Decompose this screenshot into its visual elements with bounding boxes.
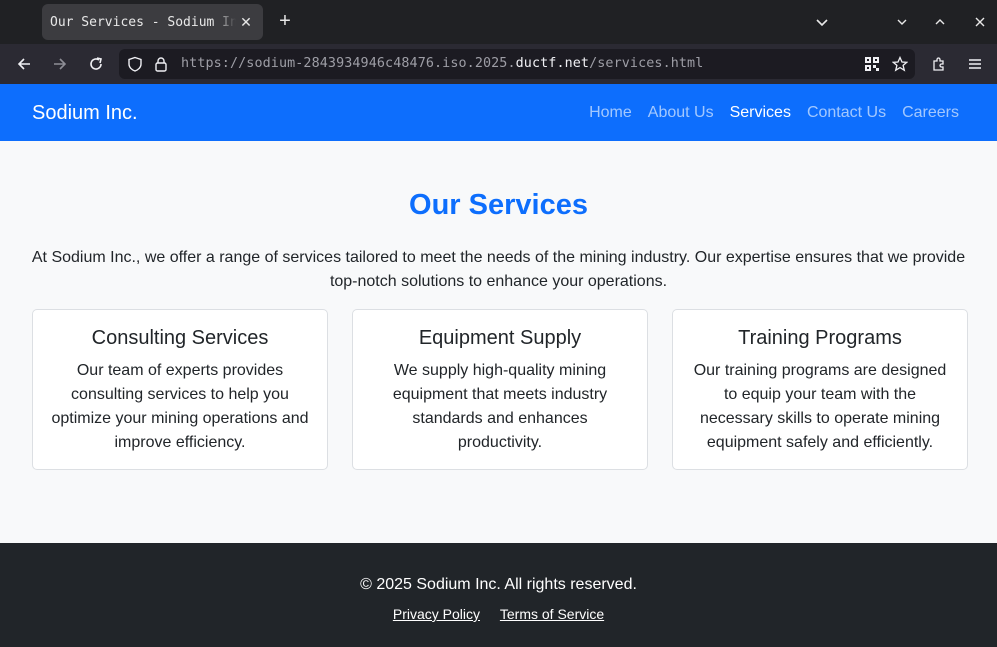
tab-title: Our Services - Sodium Inc. — [50, 14, 236, 30]
menu-hamburger-icon[interactable] — [963, 52, 987, 76]
minimize-window-icon[interactable] — [890, 10, 914, 34]
list-all-tabs-icon[interactable] — [810, 10, 834, 34]
card-text: Our team of experts provides consulting … — [51, 362, 309, 451]
card-title: Equipment Supply — [418, 327, 582, 349]
nav-link-careers[interactable]: Careers — [902, 104, 959, 122]
footer-links: Privacy Policy Terms of Service — [0, 606, 997, 622]
browser-nav-bar: https://sodium-2843934946c48476.iso.2025… — [0, 44, 997, 84]
browser-tab[interactable]: Our Services - Sodium Inc. ✕ — [42, 4, 263, 40]
site-header: Sodium Inc. Home About Us Services Conta… — [0, 84, 997, 141]
url-path: /services.html — [589, 56, 704, 71]
url-text[interactable]: https://sodium-2843934946c48476.iso.2025… — [181, 56, 703, 71]
lock-icon[interactable] — [149, 52, 173, 76]
card-text: We supply high-quality mining equipment … — [392, 362, 608, 451]
nav-link-contact-us[interactable]: Contact Us — [807, 104, 886, 122]
brand-logo-text[interactable]: Sodium Inc. — [32, 102, 138, 125]
terms-of-service-link[interactable]: Terms of Service — [500, 606, 604, 622]
shield-icon[interactable] — [123, 52, 147, 76]
forward-arrow-icon[interactable] — [48, 52, 72, 76]
nav-link-home[interactable]: Home — [589, 104, 632, 122]
new-tab-icon[interactable]: + — [274, 10, 296, 32]
maximize-window-icon[interactable] — [928, 10, 952, 34]
card-text: Our training programs are designed to eq… — [693, 362, 947, 451]
nav-link-services[interactable]: Services — [730, 104, 791, 122]
card-title: Consulting Services — [91, 327, 269, 349]
service-card-training: Training Programs Our training programs … — [672, 309, 968, 470]
close-window-icon[interactable] — [968, 10, 992, 34]
url-domain: ductf.net — [515, 56, 590, 71]
close-tab-icon[interactable]: ✕ — [237, 13, 255, 31]
bookmark-star-icon[interactable] — [888, 52, 912, 76]
service-card-equipment: Equipment Supply We supply high-quality … — [352, 309, 648, 470]
browser-tab-bar: Our Services - Sodium Inc. ✕ + — [0, 0, 997, 44]
site-footer: © 2025 Sodium Inc. All rights reserved. … — [0, 543, 997, 647]
url-bar[interactable]: https://sodium-2843934946c48476.iso.2025… — [119, 49, 915, 79]
service-card-consulting: Consulting Services Our team of experts … — [32, 309, 328, 470]
nav-link-about-us[interactable]: About Us — [648, 104, 714, 122]
copyright-text: © 2025 Sodium Inc. All rights reserved. — [360, 576, 637, 593]
url-prefix: https://sodium-2843934946c48476.iso.2025… — [181, 56, 516, 71]
intro-paragraph: At Sodium Inc., we offer a range of serv… — [31, 249, 966, 290]
extensions-icon[interactable] — [927, 52, 951, 76]
main-nav: Home About Us Services Contact Us Career… — [573, 104, 959, 122]
privacy-policy-link[interactable]: Privacy Policy — [393, 606, 480, 622]
page-title: Our Services — [409, 189, 588, 221]
reload-icon[interactable] — [84, 52, 108, 76]
back-arrow-icon[interactable] — [12, 52, 36, 76]
qr-code-icon[interactable] — [860, 52, 884, 76]
card-title: Training Programs — [738, 327, 902, 349]
